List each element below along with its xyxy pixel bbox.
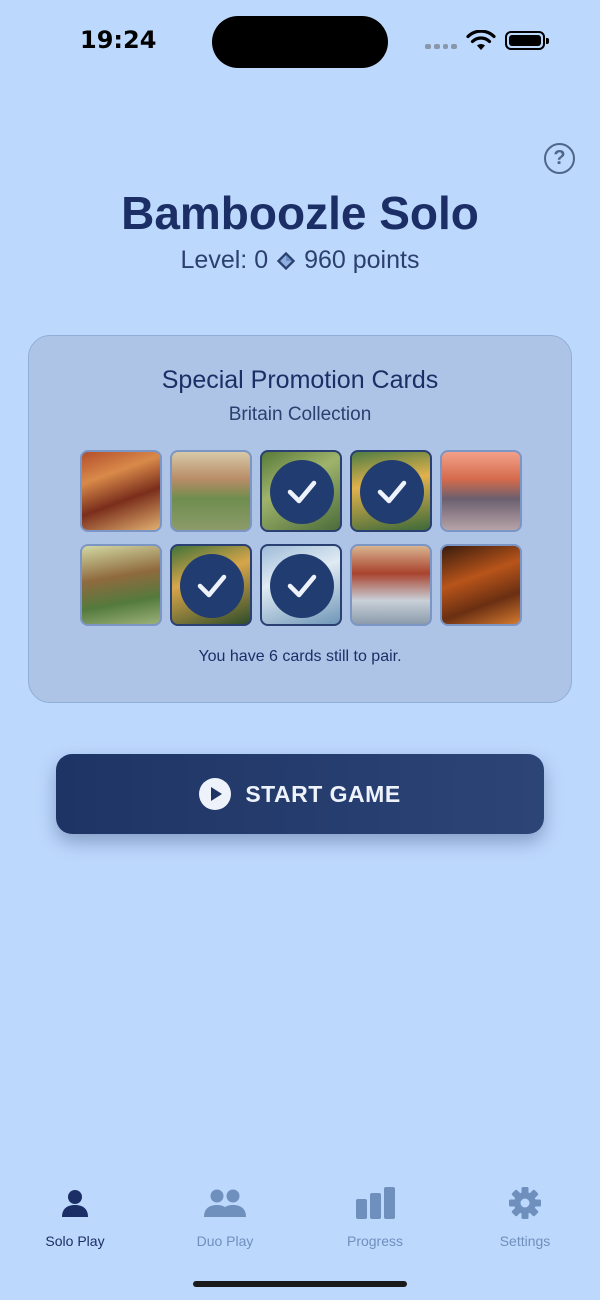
promo-card-thumbnail[interactable] [170,450,252,532]
home-indicator [193,1281,407,1287]
promo-card-grid [80,450,522,626]
start-game-label: START GAME [245,780,401,807]
level-text: Level: 0 [180,246,269,274]
promo-card-thumbnail[interactable] [80,544,162,626]
promo-card-thumbnail[interactable] [80,450,162,532]
promo-card-thumbnail[interactable] [350,544,432,626]
tab-label: Solo Play [45,1233,105,1249]
play-icon [199,778,232,810]
tab-label: Progress [346,1233,404,1249]
promo-card-thumbnail[interactable] [260,450,342,532]
status-bar: 19:24 [0,0,600,80]
tab-progress[interactable]: Progress [300,1185,450,1249]
promo-card-thumbnail[interactable] [350,450,432,532]
checkmark-icon [360,460,424,524]
help-button[interactable]: ? [544,143,575,174]
status-time: 19:24 [80,26,157,54]
promo-card-thumbnail[interactable] [440,544,522,626]
gear-icon [509,1187,541,1219]
start-game-button[interactable]: START GAME [56,754,544,834]
wifi-icon [466,30,496,50]
cellular-signal-icon [425,44,457,50]
tab-settings[interactable]: Settings [450,1185,600,1249]
page-title: Bamboozle Solo [121,187,479,239]
checkmark-icon [180,554,244,618]
help-icon: ? [553,147,566,169]
tab-label: Settings [499,1233,551,1249]
promo-card-thumbnail[interactable] [170,544,252,626]
person-icon [62,1190,88,1217]
promo-collection-name: Britain Collection [228,404,372,425]
checkmark-icon [270,460,334,524]
pairs-remaining-note: You have 6 cards still to pair. [198,648,402,665]
promo-title: Special Promotion Cards [161,366,439,394]
bar-chart-icon [356,1187,395,1219]
battery-icon [505,31,549,50]
people-icon [204,1189,246,1217]
tab-duo-play[interactable]: Duo Play [150,1185,300,1249]
tab-label: Duo Play [196,1233,254,1249]
promo-card-thumbnail[interactable] [440,450,522,532]
checkmark-icon [270,554,334,618]
tab-solo-play[interactable]: Solo Play [0,1185,150,1249]
tab-bar: Solo Play Duo Play Progress Settings [0,1185,600,1265]
points-text: 960 points [304,246,420,274]
promotion-card-panel: Special Promotion Cards Britain Collecti… [28,335,572,703]
level-points-line: Level: 0 960 points [0,246,600,275]
diamond-icon [276,251,296,270]
dynamic-island [212,16,388,68]
promo-card-thumbnail[interactable] [260,544,342,626]
